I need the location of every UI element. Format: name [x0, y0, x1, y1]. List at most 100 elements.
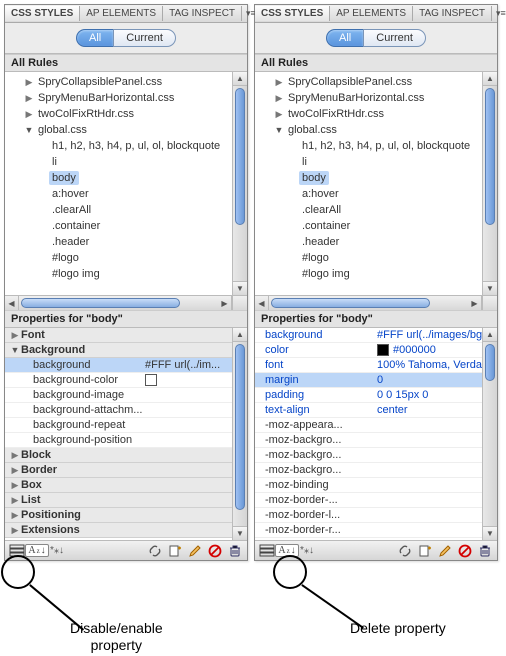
- css-file-row[interactable]: ▶SpryCollapsiblePanel.css: [259, 74, 497, 90]
- css-file-row[interactable]: ▶twoColFixRtHdr.css: [9, 106, 247, 122]
- property-row[interactable]: background-repeat: [5, 418, 247, 433]
- scroll-up-icon[interactable]: ▲: [233, 328, 247, 342]
- css-file-row[interactable]: ▶twoColFixRtHdr.css: [259, 106, 497, 122]
- css-file-row[interactable]: ▶SpryMenuBarHorizontal.css: [9, 90, 247, 106]
- category-row[interactable]: ▶Positioning: [5, 508, 247, 523]
- scroll-right-icon[interactable]: ▶: [468, 296, 482, 310]
- scroll-down-icon[interactable]: ▼: [483, 281, 497, 295]
- vertical-scrollbar[interactable]: ▲ ▼: [232, 72, 247, 295]
- tab-tag-inspect[interactable]: TAG INSPECT: [413, 6, 492, 21]
- css-selector-row[interactable]: li: [259, 154, 497, 170]
- scroll-up-icon[interactable]: ▲: [233, 72, 247, 86]
- new-rule-icon[interactable]: [417, 543, 433, 559]
- property-row[interactable]: color#000000: [255, 343, 497, 358]
- css-selector-row[interactable]: #logo img: [9, 266, 247, 282]
- property-row[interactable]: background-color: [5, 373, 247, 388]
- category-view-icon[interactable]: [259, 543, 275, 559]
- css-selector-row[interactable]: .container: [9, 218, 247, 234]
- category-row[interactable]: ▼Background: [5, 343, 247, 358]
- category-row[interactable]: ▶Block: [5, 448, 247, 463]
- property-row[interactable]: -moz-backgro...: [255, 433, 497, 448]
- scroll-down-icon[interactable]: ▼: [483, 526, 497, 540]
- mode-current-button[interactable]: Current: [113, 29, 176, 47]
- scroll-down-icon[interactable]: ▼: [233, 526, 247, 540]
- property-row[interactable]: padding0 0 15px 0: [255, 388, 497, 403]
- mode-current-button[interactable]: Current: [363, 29, 426, 47]
- property-row[interactable]: background#FFF url(../im...: [5, 358, 247, 373]
- scroll-left-icon[interactable]: ◀: [255, 296, 269, 310]
- mode-all-button[interactable]: All: [76, 29, 113, 47]
- edit-rule-icon[interactable]: [437, 543, 453, 559]
- css-selector-row[interactable]: h1, h2, h3, h4, p, ul, ol, blockquote: [259, 138, 497, 154]
- css-selector-row[interactable]: body: [259, 170, 497, 186]
- property-row[interactable]: -moz-border-...: [255, 493, 497, 508]
- css-selector-row[interactable]: .clearAll: [9, 202, 247, 218]
- scroll-up-icon[interactable]: ▲: [483, 72, 497, 86]
- css-selector-row[interactable]: body: [9, 170, 247, 186]
- tab-css-styles[interactable]: CSS STYLES: [5, 6, 80, 21]
- property-row[interactable]: background-position: [5, 433, 247, 448]
- mode-all-button[interactable]: All: [326, 29, 363, 47]
- scroll-right-icon[interactable]: ▶: [218, 296, 232, 310]
- vertical-scrollbar[interactable]: ▲ ▼: [482, 72, 497, 295]
- category-row[interactable]: ▶Border: [5, 463, 247, 478]
- property-row[interactable]: -moz-border-r...: [255, 523, 497, 538]
- list-view-icon[interactable]: Az↓: [279, 543, 295, 559]
- edit-rule-icon[interactable]: [187, 543, 203, 559]
- list-view-icon[interactable]: Az↓: [29, 543, 45, 559]
- property-row[interactable]: background-attachm...: [5, 403, 247, 418]
- css-selector-row[interactable]: #logo img: [259, 266, 497, 282]
- property-row[interactable]: background-image: [5, 388, 247, 403]
- css-selector-row[interactable]: h1, h2, h3, h4, p, ul, ol, blockquote: [9, 138, 247, 154]
- new-rule-icon[interactable]: [167, 543, 183, 559]
- css-selector-row[interactable]: .container: [259, 218, 497, 234]
- category-row[interactable]: ▶Extensions: [5, 523, 247, 538]
- attach-stylesheet-icon[interactable]: [147, 543, 163, 559]
- css-file-row[interactable]: ▼global.css: [259, 122, 497, 138]
- property-row[interactable]: text-aligncenter: [255, 403, 497, 418]
- tab-ap-elements[interactable]: AP ELEMENTS: [330, 6, 413, 21]
- property-row[interactable]: font100% Tahoma, Verdan...: [255, 358, 497, 373]
- category-row[interactable]: ▶Font: [5, 328, 247, 343]
- css-selector-row[interactable]: a:hover: [259, 186, 497, 202]
- horizontal-scrollbar[interactable]: ◀ ▶: [255, 295, 497, 310]
- panel-menu-icon[interactable]: ▾≡: [492, 8, 506, 19]
- property-row[interactable]: -moz-border-l...: [255, 508, 497, 523]
- category-view-icon[interactable]: [9, 543, 25, 559]
- scroll-up-icon[interactable]: ▲: [483, 328, 497, 342]
- property-row[interactable]: -moz-backgro...: [255, 463, 497, 478]
- horizontal-scrollbar[interactable]: ◀ ▶: [5, 295, 247, 310]
- property-row[interactable]: -moz-binding: [255, 478, 497, 493]
- tab-tag-inspect[interactable]: TAG INSPECT: [163, 6, 242, 21]
- css-selector-row[interactable]: li: [9, 154, 247, 170]
- tab-css-styles[interactable]: CSS STYLES: [255, 6, 330, 21]
- attach-stylesheet-icon[interactable]: [397, 543, 413, 559]
- panel-tab-bar: CSS STYLES AP ELEMENTS TAG INSPECT ▾≡: [5, 5, 247, 23]
- css-file-row[interactable]: ▶SpryCollapsiblePanel.css: [9, 74, 247, 90]
- category-row[interactable]: ▶Box: [5, 478, 247, 493]
- tab-ap-elements[interactable]: AP ELEMENTS: [80, 6, 163, 21]
- disable-enable-property-icon[interactable]: [207, 543, 223, 559]
- css-selector-row[interactable]: .header: [259, 234, 497, 250]
- delete-property-icon[interactable]: [477, 543, 493, 559]
- css-file-row[interactable]: ▼global.css: [9, 122, 247, 138]
- css-selector-row[interactable]: #logo: [259, 250, 497, 266]
- property-row[interactable]: -moz-backgro...: [255, 448, 497, 463]
- scroll-down-icon[interactable]: ▼: [233, 281, 247, 295]
- property-row[interactable]: -moz-appeara...: [255, 418, 497, 433]
- scroll-left-icon[interactable]: ◀: [5, 296, 19, 310]
- set-properties-view-icon[interactable]: *⁎↓: [49, 543, 65, 559]
- disable-enable-property-icon[interactable]: [457, 543, 473, 559]
- css-selector-row[interactable]: a:hover: [9, 186, 247, 202]
- category-row[interactable]: ▶List: [5, 493, 247, 508]
- css-file-row[interactable]: ▶SpryMenuBarHorizontal.css: [259, 90, 497, 106]
- property-row[interactable]: margin0: [255, 373, 497, 388]
- set-properties-view-icon[interactable]: *⁎↓: [299, 543, 315, 559]
- css-selector-row[interactable]: #logo: [9, 250, 247, 266]
- vertical-scrollbar[interactable]: ▲ ▼: [482, 328, 497, 540]
- delete-property-icon[interactable]: [227, 543, 243, 559]
- property-row[interactable]: background#FFF url(../images/bgP...: [255, 328, 497, 343]
- vertical-scrollbar[interactable]: ▲ ▼: [232, 328, 247, 540]
- css-selector-row[interactable]: .clearAll: [259, 202, 497, 218]
- css-selector-row[interactable]: .header: [9, 234, 247, 250]
